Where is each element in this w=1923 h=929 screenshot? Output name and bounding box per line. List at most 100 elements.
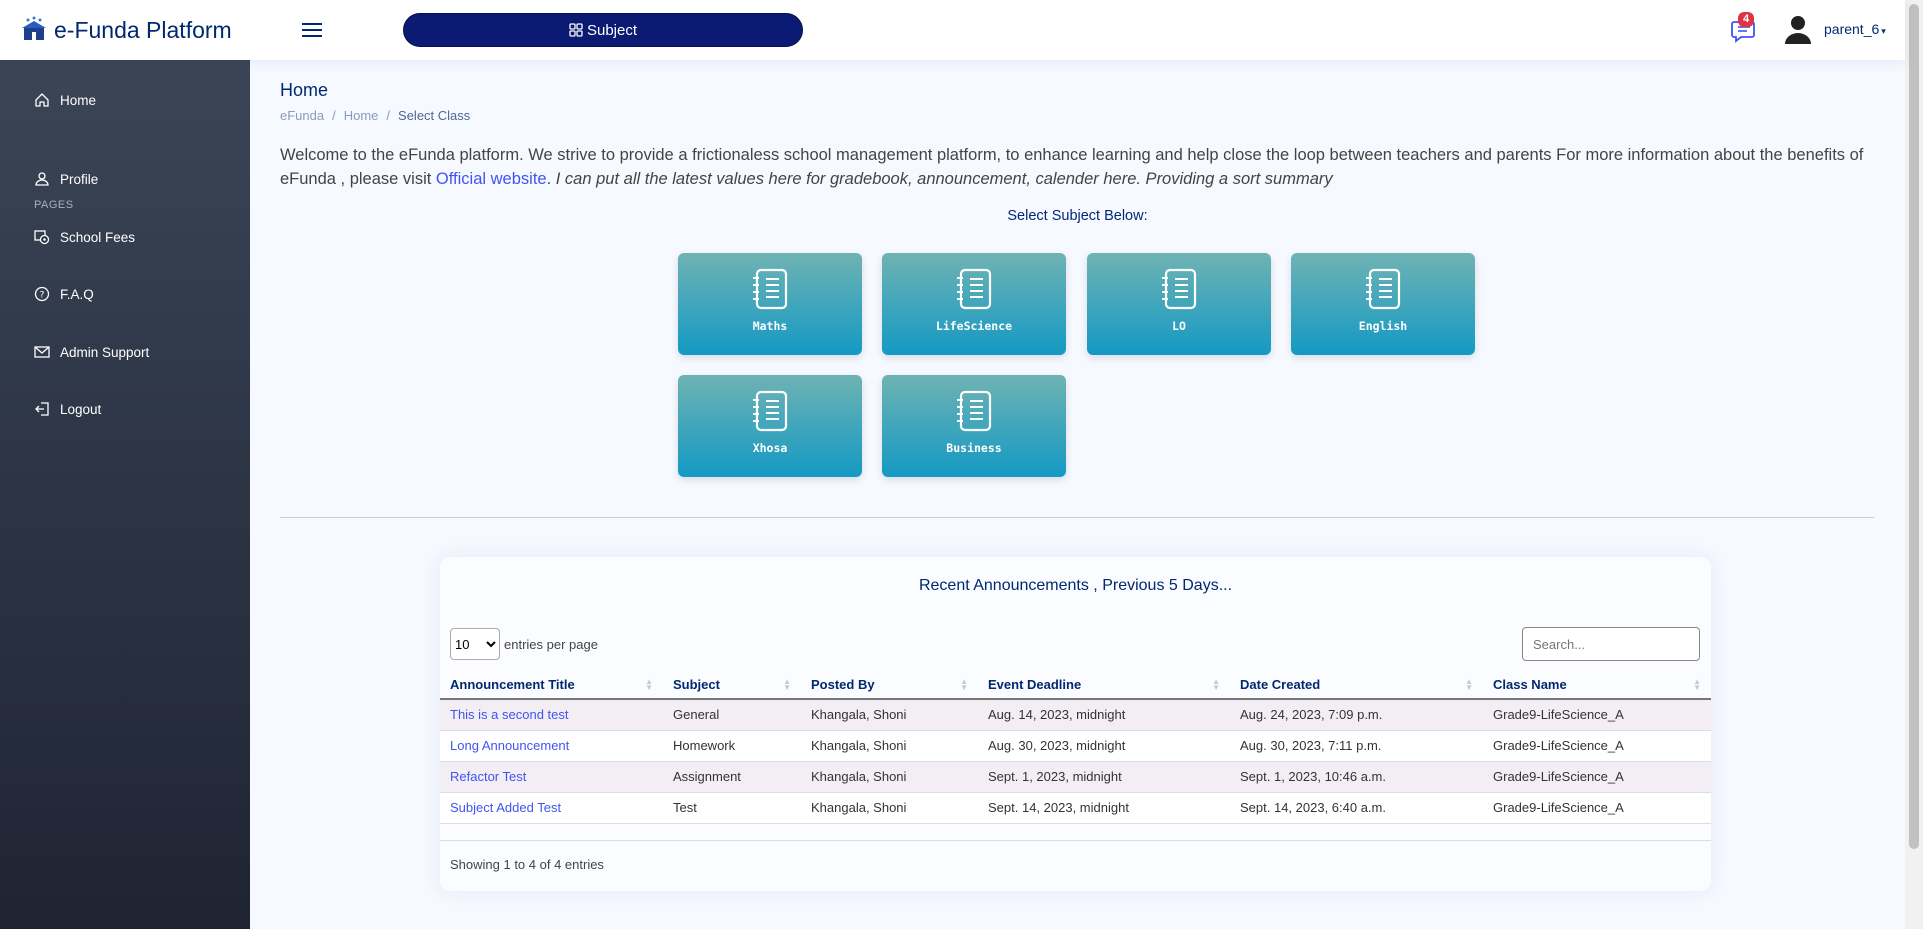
column-header-label: Posted By [811, 676, 875, 692]
entries-per-page-control: 10 entries per page [450, 628, 598, 660]
search-input[interactable] [1522, 627, 1700, 661]
sidebar-item-label: School Fees [60, 229, 136, 245]
entries-per-page-label: entries per page [504, 636, 598, 652]
table-cell: Khangala, Shoni [801, 761, 978, 793]
sidebar-item-profile[interactable]: Profile [34, 171, 98, 187]
subject-card-english[interactable]: English [1291, 253, 1475, 355]
sidebar-item-school-fees[interactable]: School Fees [34, 229, 135, 245]
table-cell: Aug. 30, 2023, midnight [978, 730, 1230, 762]
logo[interactable]: e-Funda Platform [20, 16, 270, 44]
table-cell: Refactor Test [440, 761, 663, 793]
breadcrumb-item-efunda[interactable]: eFunda [280, 108, 324, 123]
table-cell: Aug. 30, 2023, 7:11 p.m. [1230, 730, 1483, 762]
section-divider [280, 517, 1874, 518]
column-header-label: Class Name [1493, 676, 1567, 692]
announcement-link[interactable]: Refactor Test [450, 769, 526, 784]
sidebar-item-logout[interactable]: Logout [34, 401, 101, 417]
top-header: e-Funda Platform Subject 4 parent_6 ▾ [0, 0, 1905, 60]
subject-card-lo[interactable]: LO [1087, 253, 1271, 355]
column-header-event-deadline[interactable]: Event Deadline ▲ ▼ [978, 670, 1230, 700]
table-cell: Khangala, Shoni [801, 730, 978, 762]
table-cell: Assignment [663, 761, 801, 793]
notification-badge: 4 [1738, 12, 1755, 27]
table-cell: Aug. 24, 2023, 7:09 p.m. [1230, 699, 1483, 731]
table-cell: Sept. 14, 2023, 6:40 a.m. [1230, 792, 1483, 824]
breadcrumb-item-home[interactable]: Home [344, 108, 379, 123]
table-cell: Homework [663, 730, 801, 762]
notebook-icon [957, 268, 992, 310]
sidebar-heading-pages: PAGES [34, 199, 74, 211]
table-cell: Sept. 1, 2023, midnight [978, 761, 1230, 793]
logout-icon [35, 402, 49, 416]
table-cell: Sept. 14, 2023, midnight [978, 792, 1230, 824]
subject-card-label: English [1358, 319, 1408, 333]
select-subject-label: Select Subject Below: [1007, 208, 1148, 224]
sort-icon: ▲ ▼ [783, 677, 791, 692]
user-name: parent_6 [1824, 21, 1880, 37]
table-row: Refactor Test Assignment Khangala, Shoni… [440, 761, 1711, 793]
question-circle-icon: ? [34, 286, 50, 302]
official-website-link[interactable]: Official website [436, 170, 547, 188]
subject-button[interactable]: Subject [403, 13, 803, 47]
svg-text:?: ? [40, 291, 45, 301]
column-header-class-name[interactable]: Class Name ▲ ▼ [1483, 670, 1711, 700]
column-header-label: Announcement Title [450, 676, 575, 692]
page-size-select[interactable]: 10 [450, 628, 500, 660]
table-cell: Long Announcement [440, 730, 663, 762]
announcements-table: Announcement Title ▲ ▼ Subject ▲ ▼ Posted By… [440, 670, 1711, 824]
announcement-link[interactable]: Long Announcement [450, 738, 569, 753]
subject-card-maths[interactable]: Maths [678, 253, 862, 355]
sort-icon: ▲ ▼ [960, 677, 968, 692]
welcome-paragraph: Welcome to the eFunda platform. We striv… [280, 143, 1880, 191]
hamburger-menu-icon[interactable] [300, 18, 324, 42]
caret-down-icon: ▾ [1881, 26, 1886, 36]
column-header-date-created[interactable]: Date Created ▲ ▼ [1230, 670, 1483, 700]
subject-card-label: Maths [752, 319, 788, 333]
welcome-period: . [546, 170, 556, 188]
sidebar-item-home[interactable]: Home [34, 92, 96, 108]
breadcrumb-item-select-class: Select Class [398, 108, 471, 123]
notebook-icon [1366, 268, 1401, 310]
notebook-icon [753, 390, 788, 432]
column-header-announcement-title[interactable]: Announcement Title ▲ ▼ [440, 670, 663, 700]
table-cell: Subject Added Test [440, 792, 663, 824]
school-logo-icon [22, 16, 46, 40]
table-cell: Grade9-LifeScience_A [1483, 730, 1711, 762]
sidebar-item-label: Logout [60, 401, 102, 417]
breadcrumb: eFunda / Home / Select Class [280, 108, 470, 123]
table-cell: This is a second test [440, 699, 663, 731]
column-header-posted-by[interactable]: Posted By ▲ ▼ [801, 670, 978, 700]
table-cell: Sept. 1, 2023, 10:46 a.m. [1230, 761, 1483, 793]
table-cell: Aug. 14, 2023, midnight [978, 699, 1230, 731]
house-icon [35, 93, 49, 107]
page-scrollbar[interactable] [1905, 0, 1923, 929]
sort-icon: ▲ ▼ [645, 677, 653, 692]
sidebar-item-admin-support[interactable]: Admin Support [34, 344, 149, 360]
announcements-title: Recent Announcements , Previous 5 Days..… [918, 577, 1233, 594]
announcement-link[interactable]: Subject Added Test [450, 800, 561, 815]
announcement-link[interactable]: This is a second test [450, 707, 569, 722]
sidebar-item-faq[interactable]: ? F.A.Q [34, 286, 94, 302]
notebook-icon [1162, 268, 1197, 310]
table-cell: Khangala, Shoni [801, 792, 978, 824]
subject-card-lifescience[interactable]: LifeScience [882, 253, 1066, 355]
sidebar-item-label: Profile [60, 171, 99, 187]
logo-text: e-Funda Platform [54, 16, 232, 43]
sort-icon: ▲ ▼ [1693, 677, 1701, 692]
user-menu[interactable]: parent_6 ▾ [1824, 21, 1886, 37]
user-avatar-icon[interactable] [1784, 14, 1812, 44]
column-header-label: Date Created [1240, 676, 1321, 692]
subject-card-label: LifeScience [935, 319, 1013, 333]
table-footer-line [440, 840, 1711, 841]
subject-card-xhosa[interactable]: Xhosa [678, 375, 862, 477]
subject-card-label: LO [1172, 319, 1186, 333]
sidebar-item-label: Home [60, 92, 97, 108]
scrollbar-thumb[interactable] [1909, 4, 1919, 849]
breadcrumb-separator: / [332, 108, 336, 123]
column-header-subject[interactable]: Subject ▲ ▼ [663, 670, 801, 700]
notebook-icon [753, 268, 788, 310]
sidebar-item-label: Admin Support [60, 344, 150, 360]
cash-icon [34, 230, 50, 245]
subject-card-business[interactable]: Business [882, 375, 1066, 477]
breadcrumb-separator: / [386, 108, 391, 123]
